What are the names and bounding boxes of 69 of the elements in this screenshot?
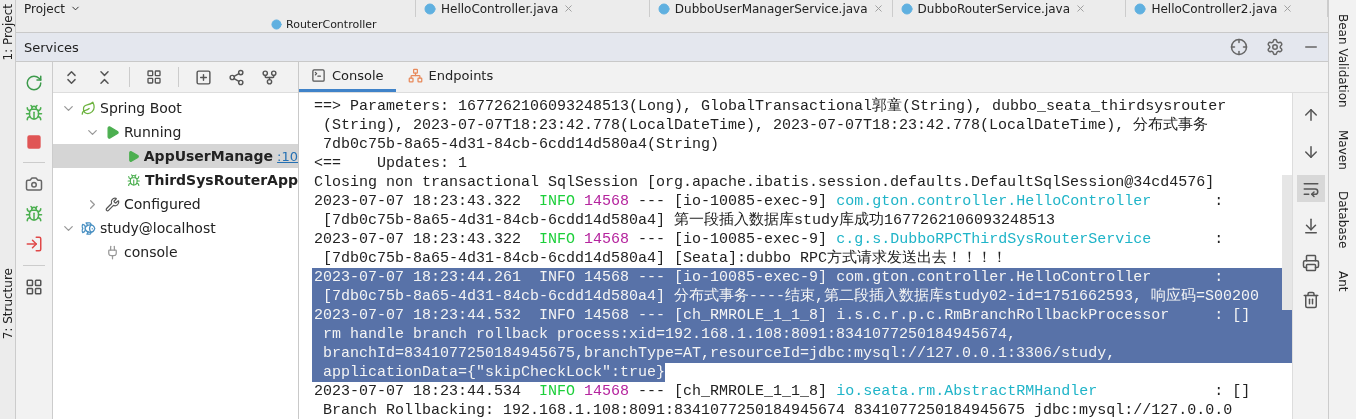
bug-icon[interactable] [25,205,43,223]
tab-label: DubboUserManagerService.java [674,1,868,16]
tree-item[interactable]: AppUserManage :10 [53,144,298,168]
layout-icon[interactable] [25,278,43,296]
bug-icon[interactable] [25,104,43,122]
stop-icon[interactable] [26,134,42,150]
log-line: Branch Rollbacking: 192.168.1.108:8091:8341077250184945674 8341077250184945675 jdbc:mysql://127.0.0.0 [322,401,1234,419]
toolbar-button[interactable] [1296,175,1325,202]
group-icon[interactable] [146,69,162,85]
tree-item[interactable]: Spring Boot [53,96,298,120]
leaf-icon [81,100,96,116]
log-line: 2023-07-07 18:23:43.322 INFO 14568 --- [io-10085-exec-9] com.gton.controller.HelloController : [313,192,1225,211]
crosshair-icon[interactable] [1230,38,1248,56]
play-icon [126,148,140,164]
tool-window-tab[interactable]: 7: Structure [0,267,15,339]
class-icon [1134,2,1147,15]
port-link[interactable]: :10 [277,148,298,164]
log-line: Closing non transactional SqlSession [org.apache.ibatis.session.defaults.DefaultSqlSession@34cd4576] [313,173,1216,192]
tool-window-tab[interactable]: 1: Project [0,4,15,61]
panel-title: Services [24,39,80,55]
tab-label: Project [24,1,66,16]
log-line: [7db0c75b-8a65-4d31-84cb-6cdd14d580a4] 第一段插入数据库study库成功1677262106093248513 [322,211,1057,230]
log-line: ==> Parameters: 1677262106093248513(Long), GlobalTransactional郭童(String), dubbo_seata_thirdsysrouter [313,97,1228,116]
terminal-icon [311,68,326,83]
scrollbar-thumb[interactable] [1282,175,1292,310]
editor-tab[interactable]: Project [16,0,416,17]
add-icon[interactable] [195,68,212,86]
fork-icon[interactable] [261,68,278,86]
tab-label: HelloController2.java [1151,1,1278,16]
tree-item[interactable]: Configured [53,192,298,216]
rerun-icon[interactable] [25,74,43,92]
plug-icon [105,244,120,260]
tool-window-tab[interactable]: Bean Validation [1335,14,1350,108]
class-icon [657,2,670,15]
bug-icon [127,172,141,188]
editor-tab[interactable]: DubboRouterService.java [892,0,1127,17]
tree-item[interactable]: console [53,240,298,264]
play-icon [105,124,120,140]
tool-window-tab[interactable]: Maven [1335,129,1350,170]
tree-item[interactable]: Running [53,120,298,144]
tree-item[interactable]: ThirdSysRouterApp [53,168,298,192]
printer-icon [1301,253,1320,272]
log-line: [7db0c75b-8a65-4d31-84cb-6cdd14d580a4] [Seata]:dubbo RPC方式请求发送出去！！！！ [322,249,1009,268]
tree-item[interactable]: study@localhost [53,216,298,240]
tool-window-tab[interactable]: Database [1335,191,1350,249]
fish-icon [81,220,96,236]
settings-icon[interactable] [1266,38,1284,56]
exit-icon[interactable] [25,235,43,253]
console-tab[interactable]: Console [299,62,396,92]
log-line: 7db0c75b-8a65-4d31-84cb-6cdd14d580a4(String) [322,135,721,154]
tab-label: DubboRouterService.java [917,1,1071,16]
log-line: (String), 2023-07-07T18:23:42.778(LocalDateTime), 2023-07-07T18:23:42.778(LocalDateTime), 分布式事务 [322,116,1210,135]
tab-label: HelloController.java [441,1,559,16]
log-line: 2023-07-07 18:23:44.534 INFO 14568 --- [ch_RMROLE_1_1_8] io.seata.rm.AbstractRMHandler : [] [313,382,1252,401]
console-tab[interactable]: Endpoints [395,62,506,92]
log-line: 2023-07-07 18:23:43.322 INFO 14568 --- [io-10085-exec-9] c.g.s.DubboRPCThirdSysRouterService : [313,230,1225,249]
camera-icon[interactable] [25,175,43,193]
trash-icon [1301,290,1320,309]
file-label[interactable]: RouterController [286,18,377,31]
wrench-icon [105,196,120,212]
branch-icon[interactable] [228,68,245,86]
class-icon [424,2,436,15]
editor-tab[interactable]: HelloController.java [416,0,650,17]
tool-window-tab[interactable]: Ant [1335,270,1350,292]
endpoints-icon [407,68,423,83]
log-line: <== Updates: 1 [313,154,469,173]
class-icon [271,19,282,30]
class-icon [900,2,913,15]
editor-tab[interactable]: DubboUserManagerService.java [649,0,893,17]
